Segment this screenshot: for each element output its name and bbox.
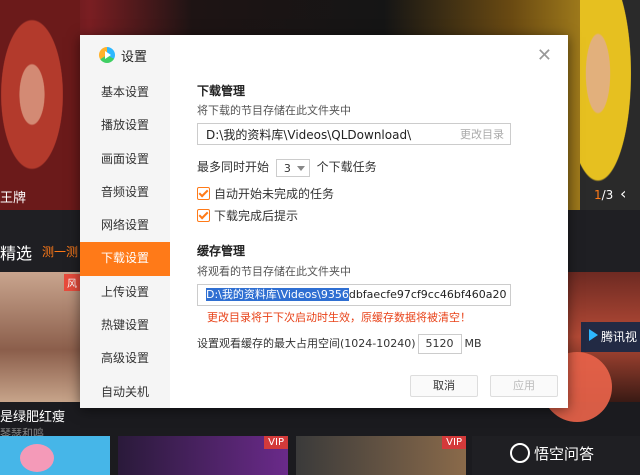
cache-path-selected: D:\我的资料库\Videos\9356 xyxy=(206,288,349,301)
hero-person-right xyxy=(580,0,640,210)
nav-item-audio[interactable]: 音频设置 xyxy=(80,176,170,209)
cache-desc: 将观看的节目存储在此文件夹中 xyxy=(197,265,351,278)
max-downloads-select[interactable]: 3 xyxy=(275,158,310,177)
max-downloads-suffix: 个下载任务 xyxy=(316,160,377,174)
download-heading: 下载管理 xyxy=(197,84,246,98)
thumbnail-tag: 风 xyxy=(64,274,80,291)
download-path-field[interactable]: D:\我的资料库\Videos\QLDownload\ 更改目录 xyxy=(197,123,511,145)
thumbnail-peppa[interactable] xyxy=(0,436,110,475)
nav-item-hotkey[interactable]: 热键设置 xyxy=(80,309,170,342)
cache-path-rest: dbfaecfe97cf9cc46bf460a20 xyxy=(348,288,507,301)
auto-start-option[interactable]: 自动开始未完成的任务 xyxy=(197,185,334,202)
wukong-logo-icon xyxy=(510,443,530,463)
settings-sidebar: 设置 基本设置 播放设置 画面设置 音频设置 网络设置 下载设置 上传设置 热键… xyxy=(80,35,170,408)
cache-size-label: 设置观看缓存的最大占用空间(1024-10240) xyxy=(197,337,416,350)
ad-label: 腾讯视 xyxy=(601,330,638,344)
cache-size-input[interactable]: 5120 xyxy=(417,334,462,354)
hero-pager: 1/3 xyxy=(594,188,613,202)
section-tag[interactable]: 测一测 xyxy=(42,243,78,260)
tencent-video-icon xyxy=(589,329,598,341)
cache-size-row: 设置观看缓存的最大占用空间(1024-10240) 5120 MB xyxy=(197,334,482,354)
max-downloads-value: 3 xyxy=(283,161,291,175)
cache-warning: 更改目录将于下次启动时生效，原缓存数据将被清空！ xyxy=(207,311,471,324)
download-desc: 将下载的节目存储在此文件夹中 xyxy=(197,104,351,117)
video-title[interactable]: 是绿肥红瘦 xyxy=(0,406,65,425)
cancel-button[interactable]: 取消 xyxy=(410,375,478,397)
cache-size-unit: MB xyxy=(464,337,482,350)
nav-item-playback[interactable]: 播放设置 xyxy=(80,109,170,142)
pager-current: 1 xyxy=(594,188,602,202)
cache-heading: 缓存管理 xyxy=(197,244,246,258)
apply-button[interactable]: 应用 xyxy=(490,375,558,397)
dialog-title-text: 设置 xyxy=(121,50,148,65)
max-downloads-prefix: 最多同时开始 xyxy=(197,160,270,174)
settings-nav: 基本设置 播放设置 画面设置 音频设置 网络设置 下载设置 上传设置 热键设置 … xyxy=(80,76,170,409)
nav-item-advanced[interactable]: 高级设置 xyxy=(80,342,170,375)
cache-path-field[interactable]: D:\我的资料库\Videos\9356dbfaecfe97cf9cc46bf4… xyxy=(197,284,511,306)
hero-caption: 王牌 xyxy=(0,191,27,206)
vip-badge: VIP xyxy=(442,436,466,449)
auto-start-label: 自动开始未完成的任务 xyxy=(214,187,335,201)
notify-done-option[interactable]: 下载完成后提示 xyxy=(197,207,298,224)
thumbnail-vip-2[interactable]: VIP xyxy=(296,436,466,475)
section-title: 精选 xyxy=(0,244,33,263)
chevron-left-icon[interactable]: ‹ xyxy=(620,184,626,203)
nav-item-auto-shutdown[interactable]: 自动关机 xyxy=(80,376,170,409)
close-icon[interactable]: ✕ xyxy=(537,45,552,66)
thumbnail-vip-1[interactable]: VIP xyxy=(118,436,288,475)
download-change-dir-button[interactable]: 更改目录 xyxy=(460,124,504,146)
download-path-value: D:\我的资料库\Videos\QLDownload\ xyxy=(206,128,412,142)
nav-item-upload[interactable]: 上传设置 xyxy=(80,276,170,309)
tencent-video-ad[interactable]: 腾讯视 xyxy=(581,322,640,352)
notify-done-label: 下载完成后提示 xyxy=(214,209,299,223)
nav-item-download[interactable]: 下载设置 xyxy=(80,242,170,276)
hero-person-left xyxy=(0,0,80,210)
vip-badge: VIP xyxy=(264,436,288,449)
settings-dialog: 设置 基本设置 播放设置 画面设置 音频设置 网络设置 下载设置 上传设置 热键… xyxy=(80,35,568,408)
nav-item-network[interactable]: 网络设置 xyxy=(80,209,170,242)
max-downloads-row: 最多同时开始 3 个下载任务 xyxy=(197,158,377,177)
watermark: 悟空问答 xyxy=(510,443,594,464)
auto-start-checkbox[interactable] xyxy=(197,187,210,200)
dialog-title: 设置 xyxy=(100,46,147,65)
video-thumbnail[interactable]: 风 xyxy=(0,272,80,402)
nav-item-picture[interactable]: 画面设置 xyxy=(80,143,170,176)
pager-total: /3 xyxy=(601,188,614,202)
notify-done-checkbox[interactable] xyxy=(197,209,210,222)
peppa-pig-image xyxy=(20,444,54,472)
watermark-text: 悟空问答 xyxy=(534,445,595,463)
nav-item-basic[interactable]: 基本设置 xyxy=(80,76,170,109)
